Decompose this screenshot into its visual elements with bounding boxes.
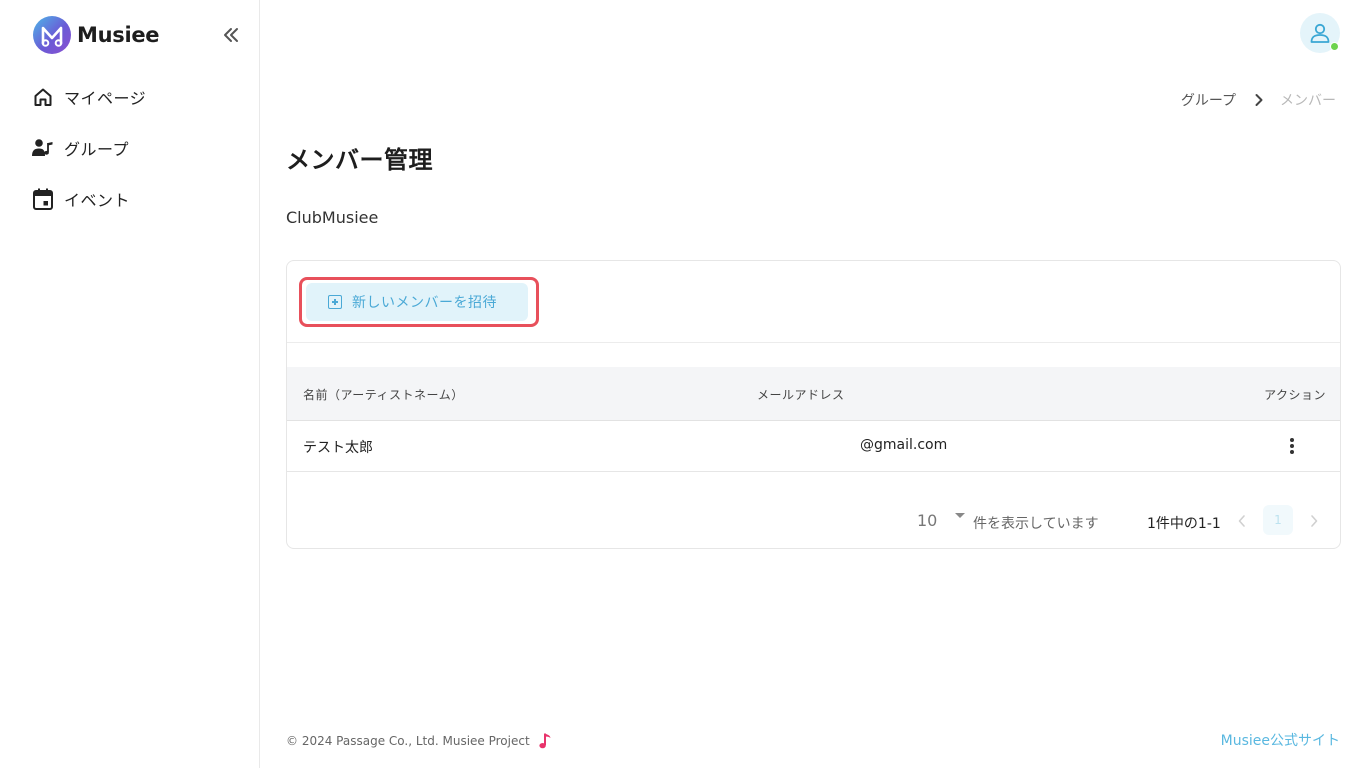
music-note-icon: [539, 733, 551, 749]
user-avatar-button[interactable]: [1300, 13, 1340, 53]
member-name: テスト太郎: [303, 440, 373, 456]
table-row: テスト太郎 @gmail.com: [287, 421, 1340, 472]
invite-member-label: 新しいメンバーを招待: [352, 294, 497, 310]
sidebar-item-event[interactable]: イベント: [0, 173, 259, 224]
per-page-select[interactable]: 10: [917, 511, 937, 530]
pagination: 10 件を表示しています 1件中の1-1 1: [287, 501, 1340, 541]
calendar-icon: [32, 188, 54, 210]
double-chevron-left-icon: [224, 28, 238, 42]
user-icon: [1310, 23, 1330, 43]
more-actions-button[interactable]: [1282, 436, 1302, 456]
page-button-current[interactable]: 1: [1263, 505, 1293, 535]
plus-square-icon: [328, 295, 342, 309]
sidebar-nav: マイページ グループ イベント: [0, 71, 259, 224]
chevron-right-icon: [1311, 515, 1318, 527]
group-music-icon: [32, 137, 54, 159]
group-name: ClubMusiee: [286, 208, 379, 227]
more-vertical-icon-dot: [1290, 444, 1294, 448]
collapse-sidebar-button[interactable]: [220, 24, 242, 46]
footer-copyright: © 2024 Passage Co., Ltd. Musiee Project: [286, 732, 552, 750]
app-name: Musiee: [77, 23, 160, 47]
next-page-button[interactable]: [1307, 512, 1321, 530]
column-header-name: 名前（アーティストネーム）: [303, 388, 464, 402]
chevron-left-icon: [1238, 515, 1245, 527]
copyright-text: © 2024 Passage Co., Ltd. Musiee Project: [286, 734, 530, 748]
column-header-action: アクション: [1264, 388, 1326, 402]
caret-down-icon[interactable]: [955, 513, 965, 518]
home-icon: [32, 86, 54, 108]
more-vertical-icon-dot: [1290, 450, 1294, 454]
breadcrumb-current: メンバー: [1280, 93, 1336, 109]
sidebar-item-label: イベント: [64, 190, 131, 210]
sidebar-item-mypage[interactable]: マイページ: [0, 71, 259, 122]
invite-member-button[interactable]: 新しいメンバーを招待: [306, 283, 528, 321]
column-header-email: メールアドレス: [757, 388, 845, 402]
page-title: メンバー管理: [286, 146, 433, 174]
member-email: @gmail.com: [860, 437, 948, 453]
musiee-logo-icon: [33, 16, 71, 54]
sidebar-item-label: マイページ: [64, 88, 147, 108]
online-status-indicator: [1330, 42, 1339, 51]
sidebar: Musiee マイページ グループ イベント: [0, 0, 260, 768]
breadcrumb: グループ メンバー: [1181, 90, 1336, 110]
app-logo[interactable]: Musiee: [33, 16, 160, 54]
breadcrumb-group-link[interactable]: グループ: [1181, 90, 1236, 110]
chevron-right-icon: [1254, 93, 1264, 107]
card-toolbar: 新しいメンバーを招待: [287, 261, 1340, 343]
table-header: 名前（アーティストネーム） メールアドレス アクション: [287, 367, 1340, 421]
more-vertical-icon: [1290, 438, 1294, 442]
previous-page-button[interactable]: [1235, 512, 1249, 530]
official-site-link[interactable]: Musiee公式サイト: [1221, 730, 1340, 750]
per-page-label: 件を表示しています: [973, 516, 1099, 532]
sidebar-item-label: グループ: [64, 139, 130, 159]
members-card: 新しいメンバーを招待 名前（アーティストネーム） メールアドレス アクション テ…: [286, 260, 1341, 549]
pagination-range: 1件中の1-1: [1147, 516, 1221, 532]
sidebar-item-group[interactable]: グループ: [0, 122, 259, 173]
